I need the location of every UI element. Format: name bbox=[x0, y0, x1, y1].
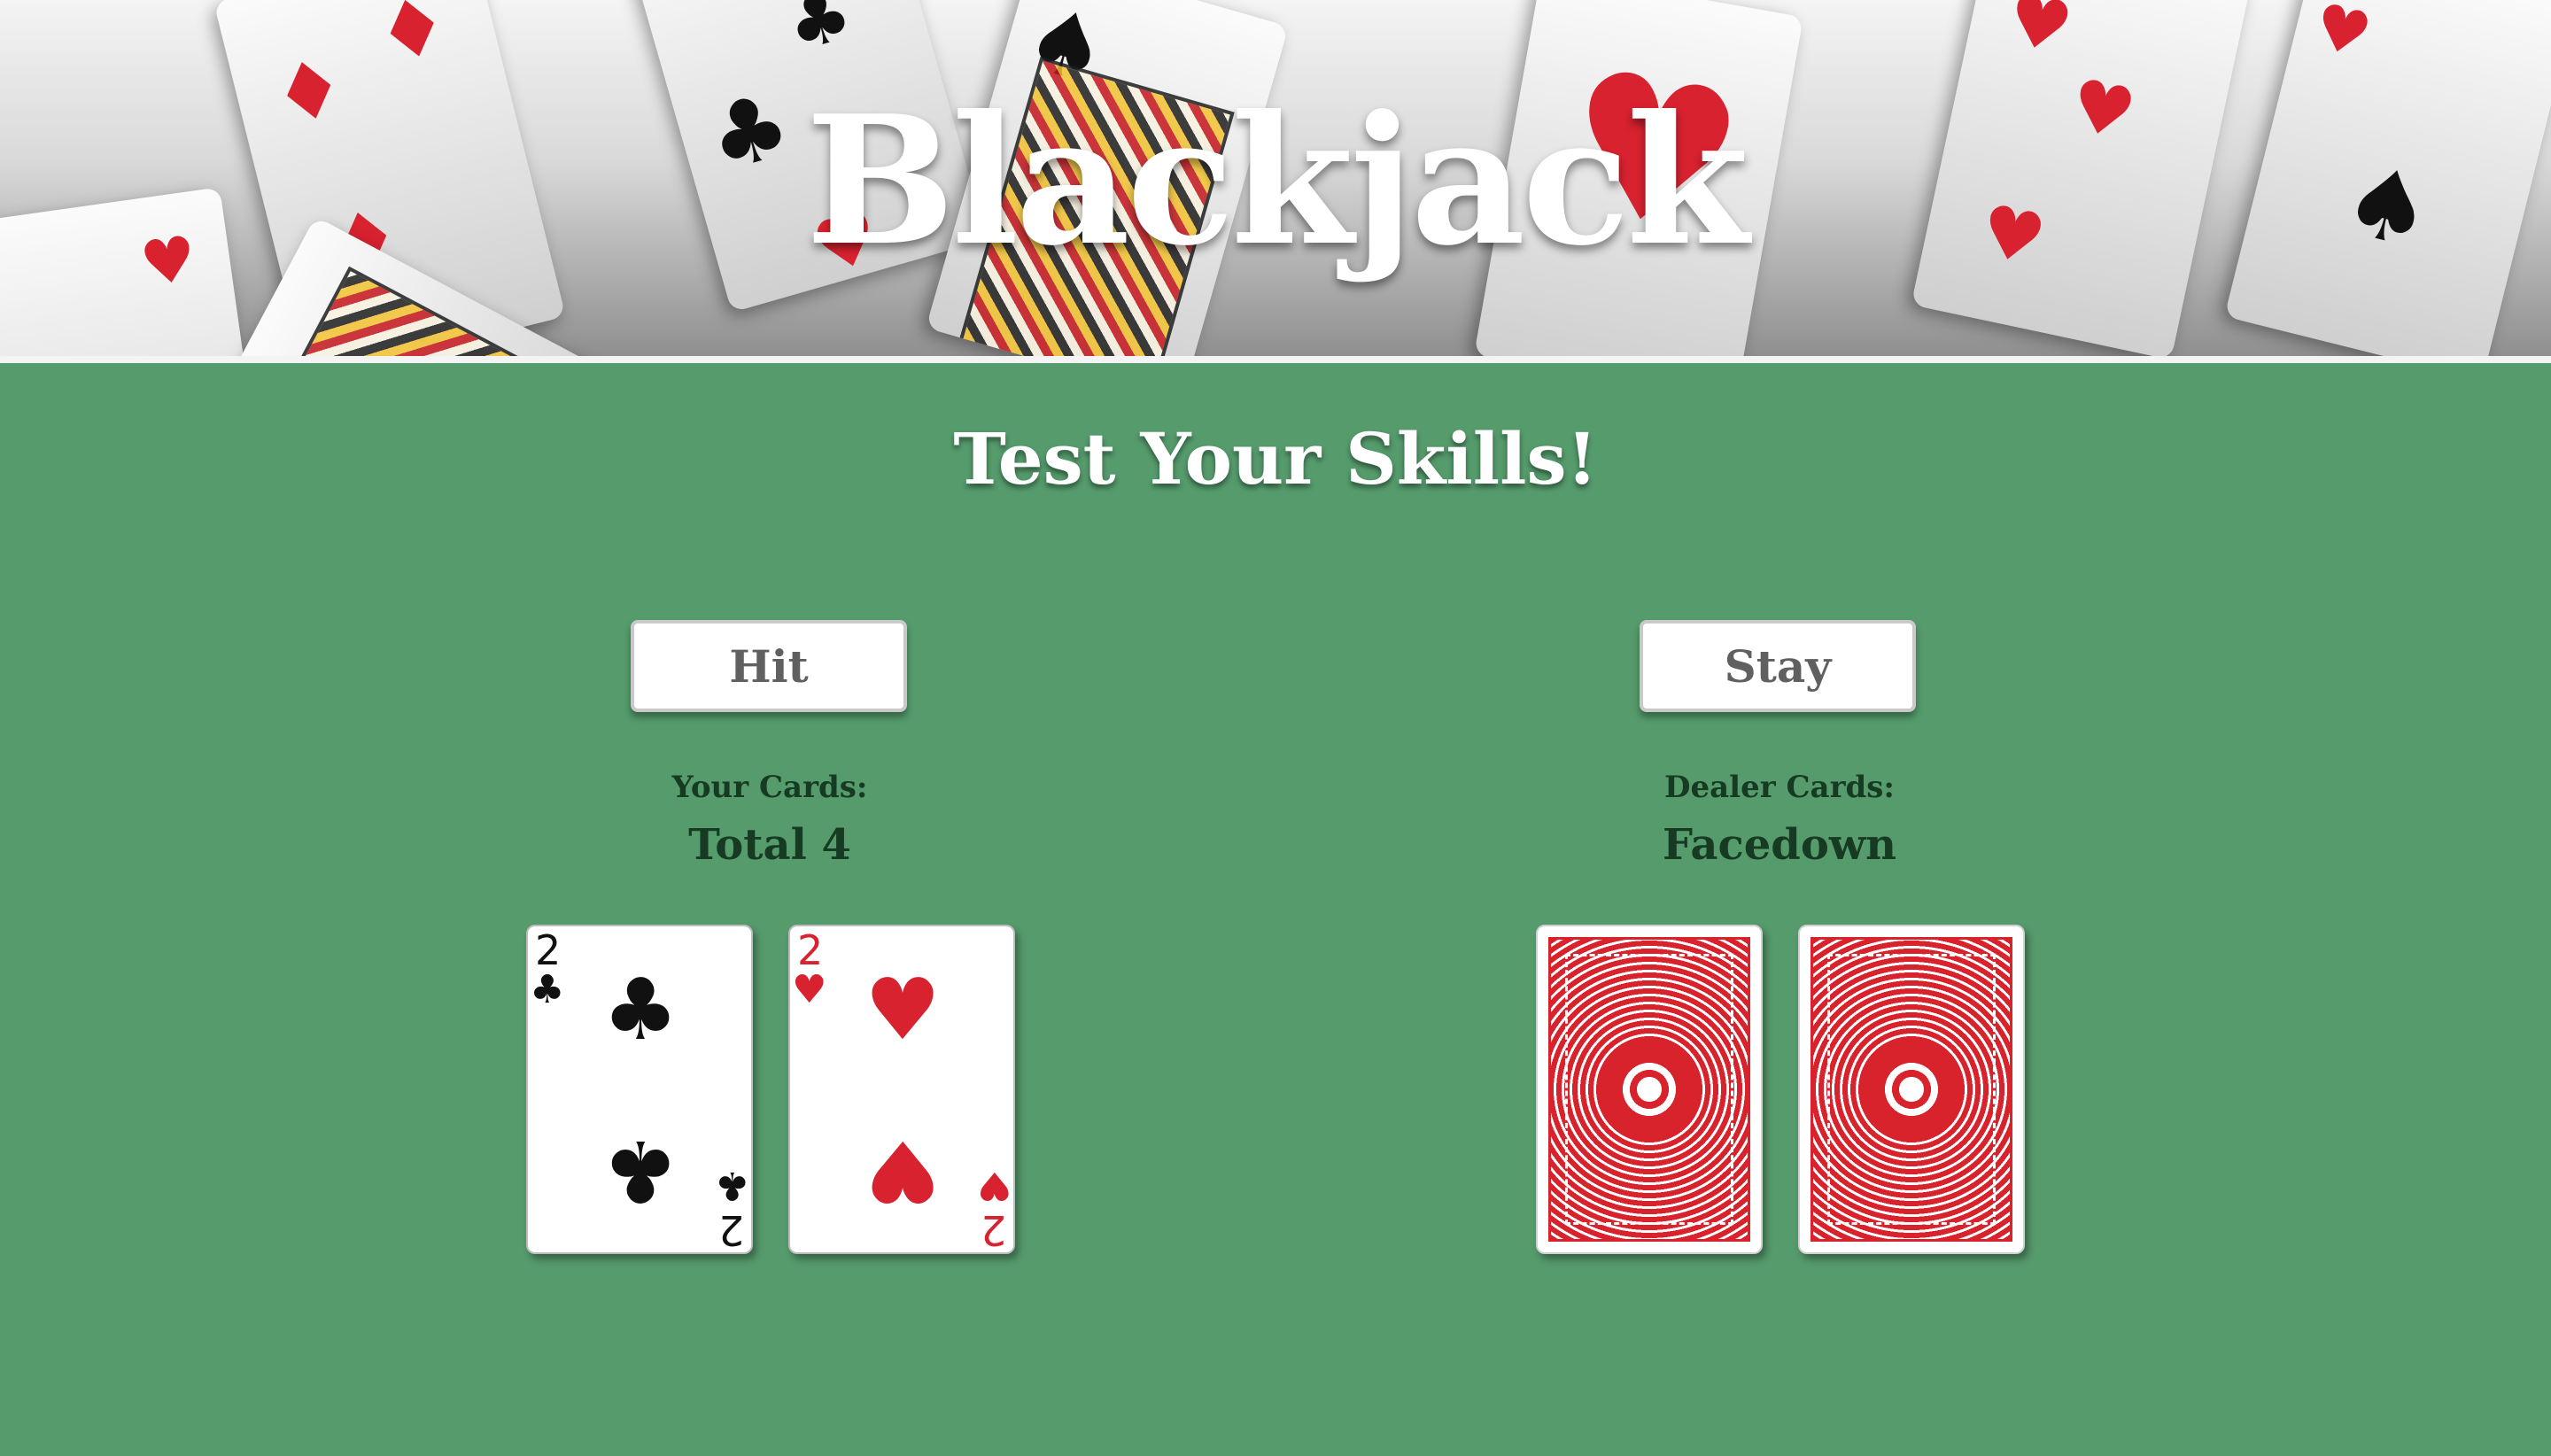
dealer-total: Facedown bbox=[1662, 820, 1897, 870]
club-icon: ♣ bbox=[714, 1163, 749, 1208]
card-back-border bbox=[1565, 954, 1733, 1225]
dealer-card-facedown bbox=[1798, 925, 2025, 1254]
player-card: 2 ♣ ♣ ♣ ♣ 2 bbox=[526, 925, 753, 1254]
club-icon: ♣ bbox=[777, 0, 862, 68]
card-rank: 2 bbox=[797, 926, 824, 974]
stay-button[interactable]: Stay bbox=[1640, 620, 1916, 712]
player-total: Total 4 bbox=[688, 820, 851, 870]
heart-icon: ♥ bbox=[865, 960, 942, 1059]
card-rank: 2 bbox=[717, 1206, 744, 1254]
diamond-icon: ♦ bbox=[366, 0, 459, 84]
club-icon: ♣ bbox=[602, 1121, 679, 1220]
card-back-pattern bbox=[1811, 937, 2012, 1242]
dealer-cards-label: Dealer Cards: bbox=[1664, 770, 1895, 805]
hit-button[interactable]: Hit bbox=[631, 620, 907, 712]
page-subtitle: Test Your Skills! bbox=[953, 417, 1598, 500]
dealer-card-facedown bbox=[1536, 925, 1763, 1254]
card-back-pattern bbox=[1548, 937, 1750, 1242]
heart-icon: ♥ bbox=[865, 1121, 942, 1220]
player-card: 2 ♥ ♥ ♥ ♥ 2 bbox=[788, 925, 1015, 1254]
heart-icon: ♥ bbox=[1999, 0, 2080, 71]
card-rank: 2 bbox=[535, 926, 562, 974]
card-rank: 2 bbox=[980, 1206, 1006, 1254]
card-back-border bbox=[1827, 954, 1996, 1225]
site-title: Blackjack bbox=[805, 77, 1748, 285]
header-banner: ♦ ♦ ♦ ♥ ♣ ♣ ♥ ♠ ♥ ♥ ♥ ♥ ♥ ♠ Blackjack bbox=[0, 0, 2551, 356]
banner-divider bbox=[0, 356, 2551, 363]
club-icon: ♣ bbox=[530, 967, 565, 1012]
player-cards-label: Your Cards: bbox=[671, 770, 868, 805]
club-icon: ♣ bbox=[602, 960, 679, 1059]
heart-icon: ♥ bbox=[792, 967, 827, 1012]
heart-icon: ♥ bbox=[2307, 0, 2378, 74]
heart-icon: ♥ bbox=[976, 1163, 1012, 1208]
